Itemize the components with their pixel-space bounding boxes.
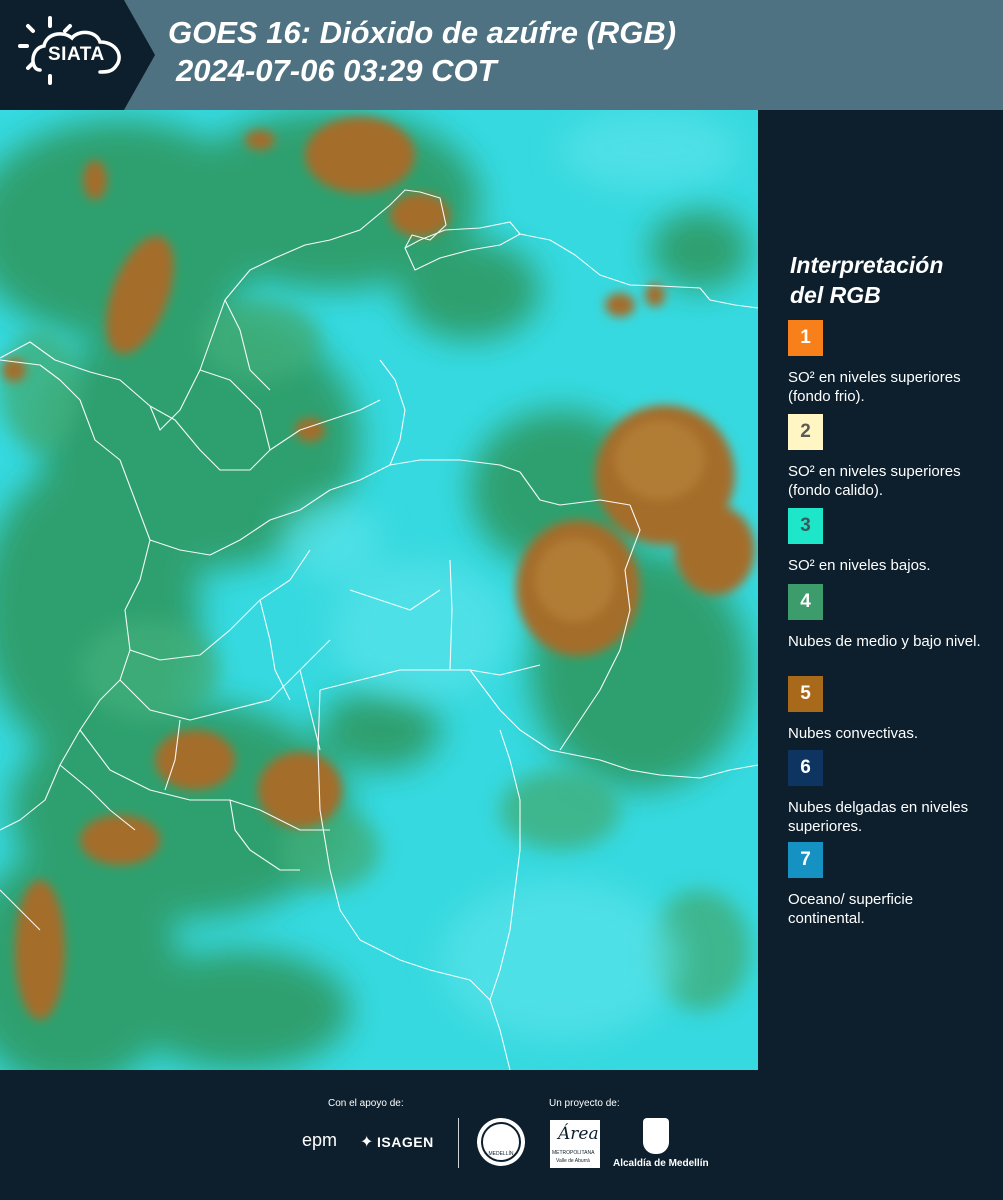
legend-swatch: 6 <box>788 750 823 786</box>
title-line-2: 2024-07-06 03:29 COT <box>176 53 497 88</box>
satellite-map <box>0 110 758 1070</box>
support-label: Con el apoyo de: <box>328 1098 404 1109</box>
area-sub-1: METROPOLITANA <box>552 1150 595 1156</box>
medellin-seal-icon: MEDELLÍN <box>477 1118 525 1166</box>
siata-logo: SIATA <box>0 0 158 110</box>
epm-logo: epm <box>302 1130 338 1150</box>
page-title: GOES 16: Dióxido de azúfre (RGB) 2024-07… <box>168 14 676 90</box>
legend-panel: Interpretación del RGB 1 SO² en niveles s… <box>758 110 1003 1070</box>
legend-title-line-2: del RGB <box>790 282 881 308</box>
area-sub-2: Valle de Aburrá <box>556 1158 590 1164</box>
legend-swatch: 7 <box>788 842 823 878</box>
area-metropolitana-logo: Área METROPOLITANA Valle de Aburrá <box>550 1120 600 1168</box>
legend-swatch: 1 <box>788 320 823 356</box>
alcaldia-label: Alcaldía de Medellín <box>613 1158 709 1169</box>
legend-item-2: 2 SO² en niveles superiores (fondo calido… <box>788 414 988 500</box>
legend-swatch: 3 <box>788 508 823 544</box>
legend-title: Interpretación del RGB <box>790 250 990 310</box>
legend-item-6: 6 Nubes delgadas en niveles superiores. <box>788 750 988 836</box>
legend-title-line-1: Interpretación <box>790 252 944 278</box>
isagen-logo: ISAGEN <box>377 1134 434 1150</box>
alcaldia-crest-icon <box>643 1118 669 1154</box>
logo-text: SIATA <box>48 44 105 65</box>
legend-label: SO² en niveles superiores (fondo calido)… <box>788 463 961 499</box>
legend-label: SO² en niveles bajos. <box>788 557 931 574</box>
satellite-image <box>0 110 758 1070</box>
isagen-icon: ✦ <box>360 1134 374 1151</box>
legend-item-5: 5 Nubes convectivas. <box>788 676 988 743</box>
header: SIATA GOES 16: Dióxido de azúfre (RGB) 2… <box>0 0 1003 110</box>
legend-swatch: 2 <box>788 414 823 450</box>
legend-swatch: 4 <box>788 584 823 620</box>
legend-label: Nubes convectivas. <box>788 725 919 742</box>
medellin-seal-text: MEDELLÍN <box>488 1151 514 1157</box>
legend-item-3: 3 SO² en niveles bajos. <box>788 508 988 575</box>
title-line-1: GOES 16: Dióxido de azúfre (RGB) <box>168 15 677 50</box>
legend-label: Oceano/ superficie continental. <box>788 891 914 927</box>
legend-swatch: 5 <box>788 676 823 712</box>
legend-item-1: 1 SO² en niveles superiores (fondo frio). <box>788 320 988 406</box>
footer: Con el apoyo de: Un proyecto de: epm ✦ I… <box>0 1070 1003 1200</box>
area-name: Área <box>558 1124 599 1144</box>
legend-item-4: 4 Nubes de medio y bajo nivel. <box>788 584 988 651</box>
project-label: Un proyecto de: <box>549 1098 620 1109</box>
footer-divider <box>458 1118 459 1168</box>
legend-label: Nubes delgadas en niveles superiores. <box>788 799 969 835</box>
legend-item-7: 7 Oceano/ superficie continental. <box>788 842 988 928</box>
legend-label: SO² en niveles superiores (fondo frio). <box>788 369 961 405</box>
legend-label: Nubes de medio y bajo nivel. <box>788 633 981 650</box>
